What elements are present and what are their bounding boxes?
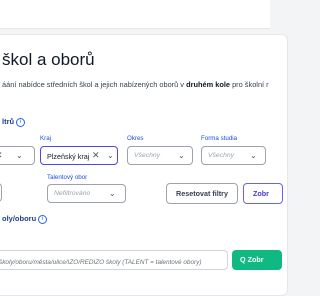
clear-icon[interactable]: ✕ xyxy=(0,150,3,161)
info-icon[interactable]: i xyxy=(16,117,26,127)
page-description: áání nabídce středních škol a jejich nab… xyxy=(2,80,269,89)
obor-select[interactable]: Nefiltrováno ⌄ xyxy=(47,184,126,203)
chevron-down-icon: ⌄ xyxy=(107,151,114,160)
search-field[interactable] xyxy=(0,250,231,272)
kraj-value: Plzeňský kraj xyxy=(47,152,90,161)
okres-select[interactable]: Všechny ⌄ xyxy=(127,146,193,165)
kraj-label: Kraj xyxy=(40,135,52,142)
filters-heading: ltrů i xyxy=(2,117,26,127)
chevron-down-icon: ⌄ xyxy=(178,151,185,160)
search-button[interactable]: Q Zobr xyxy=(232,250,282,270)
chevron-down-icon: ⌄ xyxy=(16,151,23,160)
okres-label: Okres xyxy=(127,135,144,142)
page-title: škol a oborů xyxy=(2,50,95,69)
search-heading: oly/oboru i xyxy=(2,214,48,224)
forma-label: Forma studia xyxy=(201,135,238,142)
first-filter-select[interactable]: ✕ ⌄ xyxy=(0,146,35,165)
obor-placeholder: Nefiltrováno xyxy=(54,190,91,197)
partial-select[interactable] xyxy=(0,183,2,202)
obor-label: Talentový obor xyxy=(47,174,88,181)
info-icon[interactable]: i xyxy=(38,214,48,224)
reset-filters-button[interactable]: Resetovat filtry xyxy=(166,183,238,204)
kraj-select[interactable]: Plzeňský kraj ✕ ⌄ xyxy=(40,146,118,165)
chevron-down-icon: ⌄ xyxy=(250,151,257,160)
search-input[interactable] xyxy=(0,253,231,272)
top-bar xyxy=(0,0,270,29)
show-results-button[interactable]: Zobr xyxy=(243,183,283,204)
chevron-down-icon: ⌄ xyxy=(109,189,116,198)
clear-icon[interactable]: ✕ xyxy=(92,150,100,161)
forma-placeholder: Všechny xyxy=(208,152,235,159)
okres-placeholder: Všechny xyxy=(134,152,161,159)
forma-select[interactable]: Všechny ⌄ xyxy=(201,146,266,165)
